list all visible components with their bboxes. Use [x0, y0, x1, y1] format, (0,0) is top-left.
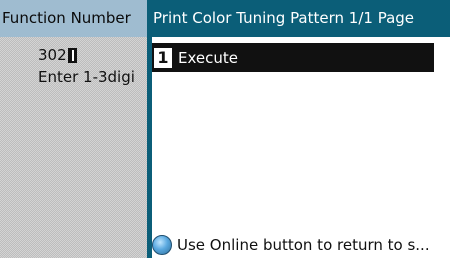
- status-bar: Use Online button to return to s...: [152, 232, 450, 258]
- menu-item-execute[interactable]: 1 Execute: [152, 43, 434, 72]
- text-cursor-icon: [67, 47, 77, 63]
- online-button-icon: [152, 235, 172, 255]
- function-number-value: 302: [38, 46, 67, 64]
- function-number-input[interactable]: 302: [38, 46, 77, 64]
- menu-item-number: 1: [154, 47, 172, 68]
- menu-panel: Print Color Tuning Pattern 1/1 Page 1 Ex…: [147, 0, 450, 258]
- status-text: Use Online button to return to s...: [177, 236, 430, 254]
- menu-item-label: Execute: [178, 48, 238, 67]
- function-number-pane: Function Number 302 Enter 1-3digi: [0, 0, 147, 258]
- function-number-hint: Enter 1-3digi: [38, 68, 135, 86]
- menu-title: Print Color Tuning Pattern 1/1 Page: [147, 0, 450, 37]
- function-number-title: Function Number: [0, 0, 147, 37]
